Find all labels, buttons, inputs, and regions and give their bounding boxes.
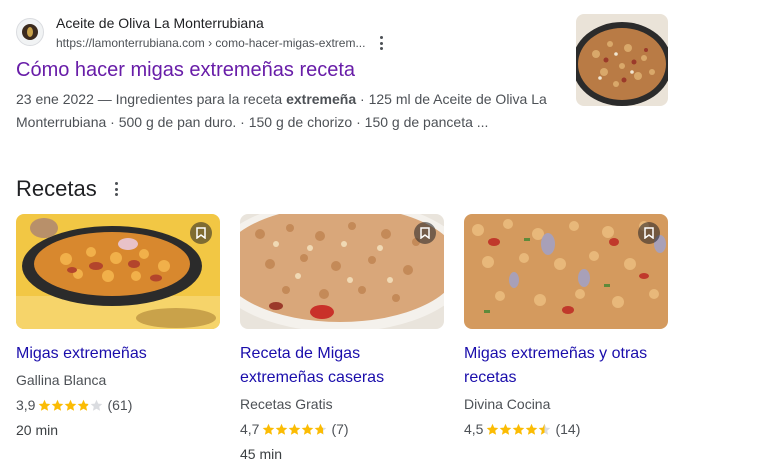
rating-value: 3,9 bbox=[16, 397, 36, 413]
recipe-image[interactable] bbox=[464, 214, 668, 329]
recipe-source: Gallina Blanca bbox=[16, 372, 107, 388]
recipes-heading: Recetas bbox=[16, 176, 97, 201]
recipe-time: 45 min bbox=[240, 446, 283, 462]
recipe-card[interactable]: Receta de Migas extremeñas caseras Recet… bbox=[240, 214, 444, 464]
star-rating-icon bbox=[262, 423, 327, 436]
bookmark-icon[interactable] bbox=[190, 222, 212, 244]
site-favicon[interactable] bbox=[16, 18, 44, 46]
recipe-rating: 4,5 (14) bbox=[464, 419, 668, 439]
recipe-source: Recetas Gratis bbox=[240, 396, 333, 412]
result-snippet: 23 ene 2022 — Ingredientes para la recet… bbox=[16, 88, 556, 134]
star-rating-icon bbox=[38, 399, 103, 412]
snippet-text: 23 ene 2022 — Ingredientes para la recet… bbox=[16, 91, 287, 107]
recipe-card[interactable]: Migas extremeñas y otras recetas Divina … bbox=[464, 214, 668, 444]
bookmark-icon[interactable] bbox=[638, 222, 660, 244]
snippet-highlight: extremeña bbox=[286, 91, 357, 107]
site-name[interactable]: Aceite de Oliva La Monterrubiana bbox=[56, 15, 264, 31]
bookmark-icon[interactable] bbox=[414, 222, 436, 244]
result-thumbnail[interactable] bbox=[576, 14, 668, 106]
rating-value: 4,5 bbox=[464, 421, 484, 437]
star-rating-icon bbox=[486, 423, 551, 436]
recipe-source: Divina Cocina bbox=[464, 396, 551, 412]
result-title-link[interactable]: Cómo hacer migas extremeñas receta bbox=[16, 59, 355, 82]
recipe-rating: 3,9 (61) bbox=[16, 395, 220, 415]
recipe-title-link[interactable]: Migas extremeñas bbox=[16, 342, 220, 366]
recipe-card[interactable]: Migas extremeñas Gallina Blanca 3,9 (61)… bbox=[16, 214, 220, 440]
recipes-more-options-icon[interactable] bbox=[109, 181, 123, 197]
recipe-title-link[interactable]: Receta de Migas extremeñas caseras bbox=[240, 342, 444, 390]
rating-count: (14) bbox=[555, 421, 581, 437]
rating-count: (7) bbox=[331, 421, 349, 437]
more-options-icon[interactable] bbox=[374, 35, 388, 51]
recipe-image[interactable] bbox=[16, 214, 220, 329]
recipe-title-link[interactable]: Migas extremeñas y otras recetas bbox=[464, 342, 668, 390]
site-url[interactable]: https://lamonterrubiana.com › como-hacer… bbox=[56, 36, 365, 50]
recipe-rating: 4,7 (7) bbox=[240, 419, 444, 439]
rating-count: (61) bbox=[107, 397, 133, 413]
recipe-time: 20 min bbox=[16, 422, 59, 438]
rating-value: 4,7 bbox=[240, 421, 260, 437]
olive-oil-logo-icon bbox=[22, 24, 38, 40]
recipe-image[interactable] bbox=[240, 214, 444, 329]
